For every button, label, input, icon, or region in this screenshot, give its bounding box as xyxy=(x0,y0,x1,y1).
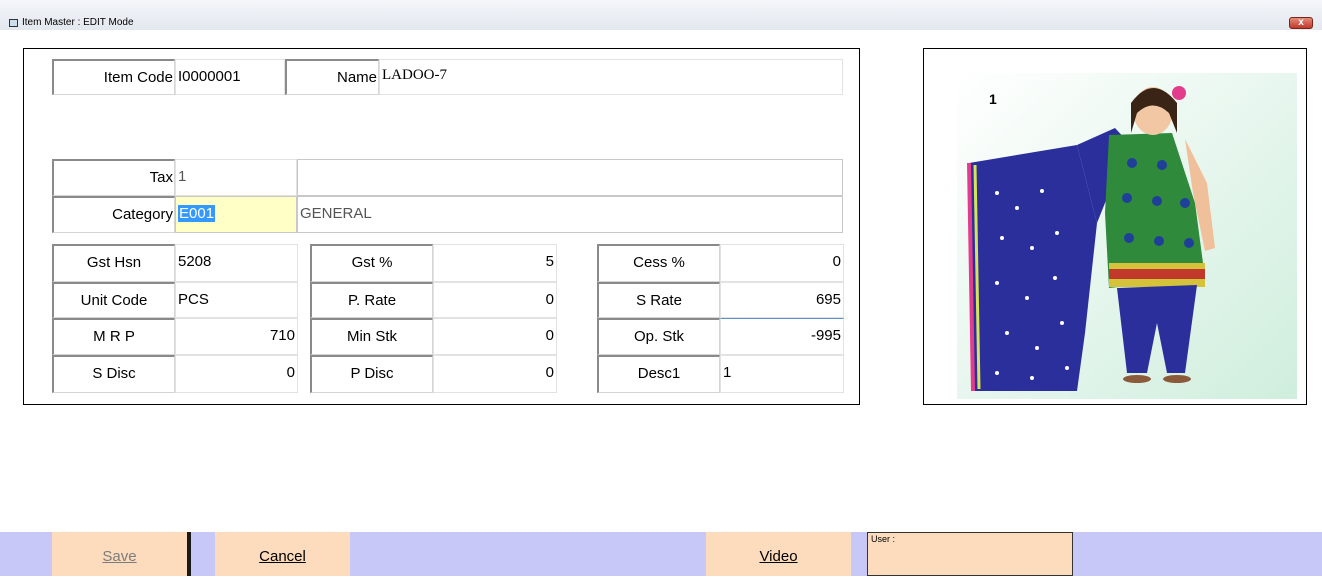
close-icon[interactable]: x xyxy=(1289,17,1313,29)
p-disc-label: P Disc xyxy=(310,355,433,393)
unit-code-field[interactable]: PCS xyxy=(175,282,298,318)
save-label: Save xyxy=(102,548,137,565)
desc1-field[interactable]: 1 xyxy=(720,355,844,393)
name-field[interactable]: LADOO-7 xyxy=(379,59,843,95)
name-label: Name xyxy=(285,59,379,95)
min-stk-label: Min Stk xyxy=(310,318,433,355)
op-stk-label: Op. Stk xyxy=(597,318,720,355)
image-label: 1 xyxy=(989,91,997,107)
mrp-label: M R P xyxy=(52,318,175,355)
window-title: Item Master : EDIT Mode xyxy=(22,17,134,28)
gst-percent-label: Gst % xyxy=(310,244,433,282)
user-label: User : xyxy=(871,534,896,544)
p-disc-field[interactable]: 0 xyxy=(433,355,557,393)
desc1-label: Desc1 xyxy=(597,355,720,393)
tax-field[interactable]: 1 xyxy=(175,159,297,196)
gst-hsn-field[interactable]: 5208 xyxy=(175,244,298,282)
gst-percent-field[interactable]: 5 xyxy=(433,244,557,282)
category-value-selected: E001 xyxy=(178,205,216,222)
unit-code-label: Unit Code xyxy=(52,282,175,318)
cancel-label: Cancel xyxy=(259,548,306,565)
item-code-field[interactable]: I0000001 xyxy=(175,59,285,95)
p-rate-field[interactable]: 0 xyxy=(433,282,557,318)
item-image-panel: 1 xyxy=(923,48,1307,405)
s-rate-field[interactable]: 695 xyxy=(720,282,844,318)
item-code-label: Item Code xyxy=(52,59,175,95)
category-field[interactable]: E001 xyxy=(175,196,297,233)
video-label: Video xyxy=(759,548,798,565)
video-button[interactable]: Video xyxy=(706,532,851,576)
s-disc-label: S Disc xyxy=(52,355,175,393)
category-description: GENERAL xyxy=(297,196,843,233)
p-rate-label: P. Rate xyxy=(310,282,433,318)
op-stk-field[interactable]: -995 xyxy=(720,318,844,355)
tax-label: Tax xyxy=(52,159,175,196)
gst-hsn-label: Gst Hsn xyxy=(52,244,175,282)
cess-percent-label: Cess % xyxy=(597,244,720,282)
app-window-icon xyxy=(9,19,18,27)
tax-description xyxy=(297,159,843,196)
item-image[interactable] xyxy=(957,73,1297,399)
min-stk-field[interactable]: 0 xyxy=(433,318,557,355)
category-label: Category xyxy=(52,196,175,233)
user-status-box: User : xyxy=(867,532,1073,576)
save-button[interactable]: Save xyxy=(52,532,187,576)
title-bar: Item Master : EDIT Mode x xyxy=(0,0,1322,30)
footer-bar: Save Cancel Video User : xyxy=(0,532,1322,576)
footer-separator xyxy=(187,532,191,576)
cess-percent-field[interactable]: 0 xyxy=(720,244,844,282)
s-disc-field[interactable]: 0 xyxy=(175,355,298,393)
mrp-field[interactable]: 710 xyxy=(175,318,298,355)
cancel-button[interactable]: Cancel xyxy=(215,532,350,576)
s-rate-label: S Rate xyxy=(597,282,720,318)
